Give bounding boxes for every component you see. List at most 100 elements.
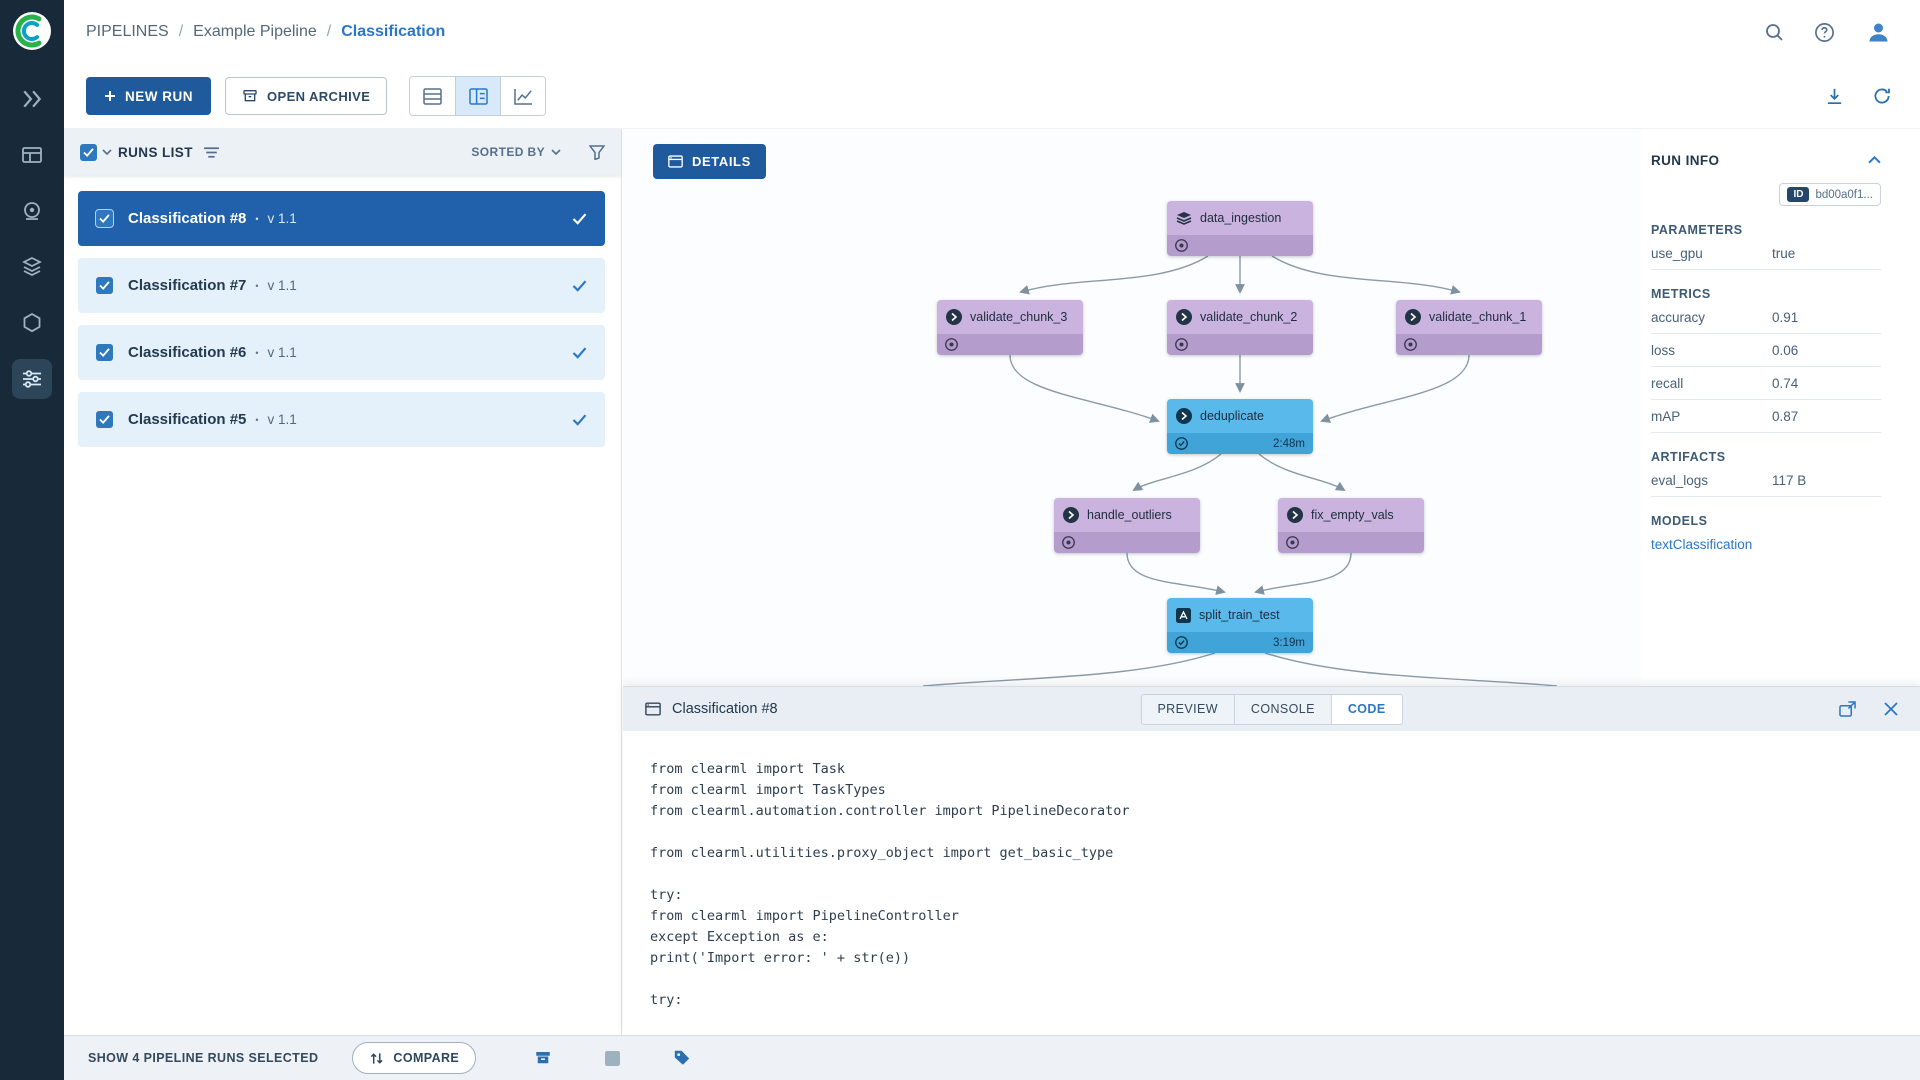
metric-row[interactable]: recall 0.74: [1651, 367, 1881, 400]
download-icon[interactable]: [1825, 87, 1844, 106]
app-window: PIPELINES / Example Pipeline / Classific…: [0, 0, 1920, 1080]
dag-node-validate-chunk-2[interactable]: validate_chunk_2: [1167, 300, 1313, 355]
breadcrumb-pipelines[interactable]: PIPELINES: [86, 23, 169, 41]
sidebar-item-workers[interactable]: [12, 191, 52, 231]
sidebar-item-datasets[interactable]: [12, 135, 52, 175]
breadcrumb: PIPELINES / Example Pipeline / Classific…: [86, 23, 445, 41]
metric-row[interactable]: loss 0.06: [1651, 334, 1881, 367]
collapse-chevron-up-icon[interactable]: [1868, 156, 1881, 164]
new-run-button[interactable]: NEW RUN: [86, 77, 211, 115]
run-item-classification-8[interactable]: Classification #8 • v 1.1: [78, 191, 605, 246]
artifact-row[interactable]: eval_logs 117 B: [1651, 464, 1881, 497]
node-label: validate_chunk_2: [1200, 310, 1297, 324]
node-label: deduplicate: [1200, 409, 1264, 423]
node-label: validate_chunk_1: [1429, 310, 1526, 324]
tab-code[interactable]: CODE: [1332, 694, 1403, 725]
code-line: from clearml.utilities.proxy_object impo…: [650, 843, 1900, 864]
run-checkbox[interactable]: [96, 277, 113, 294]
runs-list-panel: RUNS LIST SORTED BY Classification #8 • …: [64, 129, 622, 1035]
node-label: data_ingestion: [1200, 211, 1281, 225]
parameter-row[interactable]: use_gpu true: [1651, 237, 1881, 270]
run-version: v 1.1: [268, 412, 297, 427]
dag-node-split-train-test[interactable]: split_train_test 3:19m: [1167, 598, 1313, 653]
completed-check-icon: [572, 280, 587, 292]
table-view-button[interactable]: [410, 77, 455, 115]
run-item-classification-7[interactable]: Classification #7 • v 1.1: [78, 258, 605, 313]
node-label: handle_outliers: [1087, 508, 1172, 522]
help-icon[interactable]: [1814, 22, 1835, 43]
model-row[interactable]: textClassification: [1651, 528, 1881, 561]
list-settings-icon[interactable]: [203, 146, 220, 159]
split-view-button[interactable]: [455, 77, 500, 115]
tag-icon[interactable]: [673, 1049, 691, 1067]
details-panel-title: Classification #8: [672, 701, 778, 717]
metric-name: loss: [1651, 343, 1772, 358]
tab-console[interactable]: CONSOLE: [1235, 694, 1332, 725]
user-avatar-icon[interactable]: [1865, 19, 1892, 46]
circle-arrow-icon: [1176, 408, 1192, 424]
check-circle-icon: [1175, 437, 1188, 450]
node-label: split_train_test: [1199, 608, 1280, 622]
close-icon[interactable]: [1884, 702, 1898, 716]
details-button[interactable]: DETAILS: [653, 144, 766, 179]
tab-preview[interactable]: PREVIEW: [1140, 694, 1234, 725]
run-checkbox[interactable]: [96, 411, 113, 428]
sorted-by-label[interactable]: SORTED BY: [471, 145, 545, 159]
open-window-icon[interactable]: [1839, 701, 1856, 717]
compare-button[interactable]: COMPARE: [352, 1042, 476, 1074]
code-line: [650, 822, 1900, 843]
dag-node-handle-outliers[interactable]: handle_outliers: [1054, 498, 1200, 553]
details-label: DETAILS: [692, 154, 751, 169]
status-icon: [945, 338, 958, 351]
run-checkbox[interactable]: [96, 344, 113, 361]
sidebar-item-pipelines[interactable]: [12, 359, 52, 399]
model-name-link[interactable]: textClassification: [1651, 537, 1772, 552]
metric-value: 0.74: [1772, 376, 1881, 391]
view-toggle-group: [409, 76, 546, 116]
metric-value: 0.06: [1772, 343, 1881, 358]
dag-node-data-ingestion[interactable]: data_ingestion: [1167, 201, 1313, 256]
circle-arrow-icon: [1063, 507, 1079, 523]
sorted-by-chevron-icon[interactable]: [551, 149, 561, 155]
breadcrumb-project[interactable]: Example Pipeline: [193, 23, 317, 41]
select-all-dropdown-icon[interactable]: [102, 149, 112, 155]
dag-node-deduplicate[interactable]: deduplicate 2:48m: [1167, 399, 1313, 454]
sidebar-item-reports[interactable]: [12, 303, 52, 343]
metric-row[interactable]: accuracy 0.91: [1651, 301, 1881, 334]
sidebar-item-layers[interactable]: [12, 247, 52, 287]
sidebar-item-projects[interactable]: [12, 79, 52, 119]
breadcrumb-separator: /: [327, 23, 331, 41]
run-id-chip[interactable]: ID bd00a0f1...: [1779, 183, 1881, 206]
code-viewer[interactable]: from clearml import Task from clearml im…: [623, 731, 1920, 1011]
dag-node-fix-empty-vals[interactable]: fix_empty_vals: [1278, 498, 1424, 553]
artifact-value: 117 B: [1772, 473, 1881, 488]
script-icon: [1176, 608, 1191, 623]
dag-node-validate-chunk-3[interactable]: validate_chunk_3: [937, 300, 1083, 355]
id-badge: ID: [1787, 187, 1809, 202]
refresh-icon[interactable]: [1872, 86, 1892, 106]
metric-row[interactable]: mAP 0.87: [1651, 400, 1881, 433]
dag-node-validate-chunk-1[interactable]: validate_chunk_1: [1396, 300, 1542, 355]
run-checkbox[interactable]: [96, 210, 113, 227]
compare-icon: [369, 1052, 384, 1065]
details-panel-icon: [668, 155, 683, 168]
pipeline-dag-canvas[interactable]: DETAILS data_ingestion validate_chunk_3: [623, 129, 1641, 686]
run-name: Classification #8: [128, 210, 246, 227]
open-archive-button[interactable]: OPEN ARCHIVE: [225, 77, 387, 115]
run-item-classification-5[interactable]: Classification #5 • v 1.1: [78, 392, 605, 447]
archive-icon[interactable]: [534, 1049, 552, 1067]
search-icon[interactable]: [1764, 22, 1784, 42]
id-value: bd00a0f1...: [1815, 189, 1873, 201]
plus-icon: [104, 90, 116, 102]
status-icon: [1175, 338, 1188, 351]
code-line: [650, 864, 1900, 885]
completed-check-icon: [572, 414, 587, 426]
run-dot: •: [255, 214, 258, 224]
run-details-panel: Classification #8 PREVIEW CONSOLE CODE f…: [623, 686, 1920, 1035]
clearml-logo[interactable]: [11, 10, 53, 57]
run-item-classification-6[interactable]: Classification #6 • v 1.1: [78, 325, 605, 380]
code-line: try:: [650, 885, 1900, 906]
chart-view-button[interactable]: [500, 77, 545, 115]
select-all-checkbox[interactable]: [80, 144, 97, 161]
filter-icon[interactable]: [589, 145, 605, 160]
